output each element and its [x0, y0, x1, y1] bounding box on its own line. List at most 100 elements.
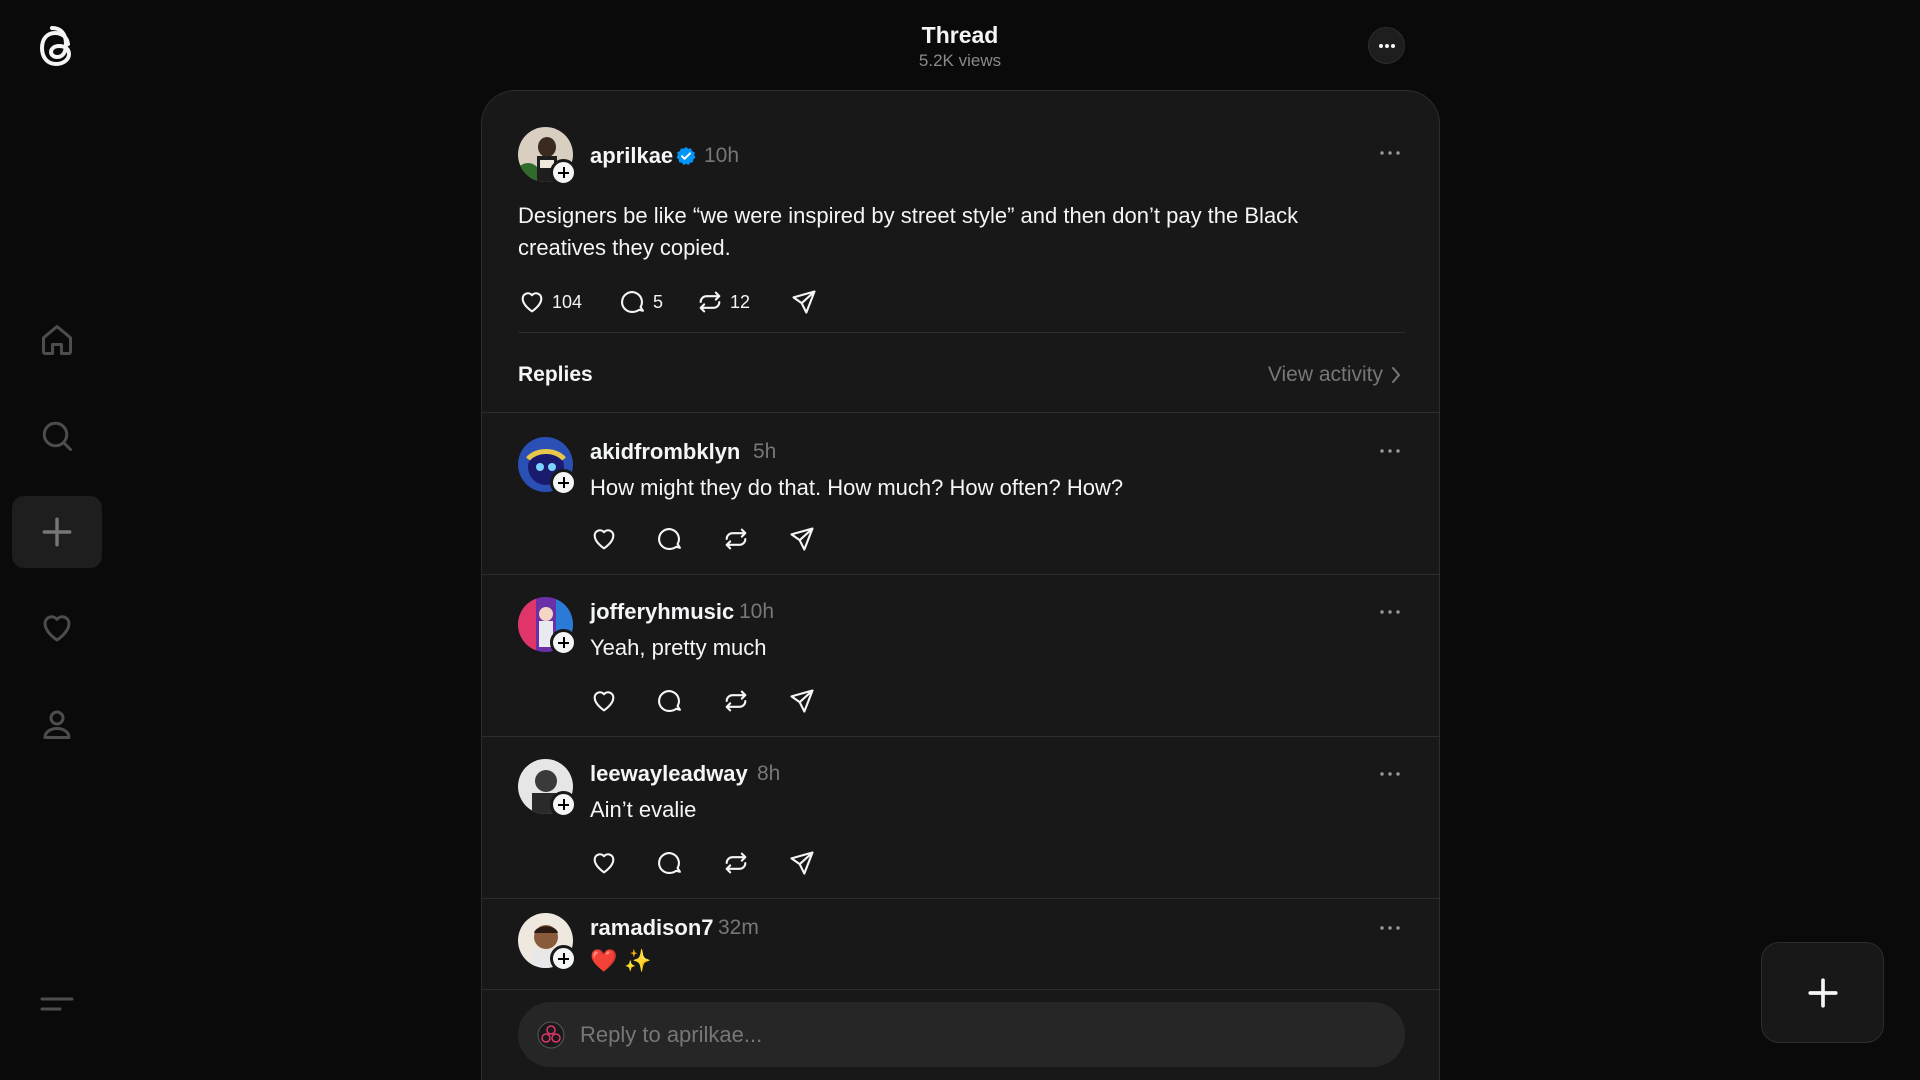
follow-plus-icon[interactable]: [550, 159, 577, 186]
nav-create[interactable]: [12, 496, 102, 568]
comment-button[interactable]: [656, 849, 684, 877]
reply-timestamp: 10h: [739, 600, 775, 623]
reply-more-button[interactable]: [1375, 436, 1405, 466]
avatar[interactable]: [518, 597, 577, 656]
sidebar: [0, 0, 114, 1080]
divider: [482, 989, 1439, 990]
post-username[interactable]: aprilkae: [590, 143, 673, 169]
original-post: aprilkae 10h Designers be like “we were …: [482, 91, 1439, 331]
nav-menu[interactable]: [12, 968, 102, 1040]
repost-icon: [696, 288, 724, 316]
like-button[interactable]: 104: [518, 288, 582, 316]
share-icon: [788, 849, 816, 877]
post-more-button[interactable]: [1375, 138, 1405, 168]
reply-username[interactable]: ramadison7: [590, 915, 714, 941]
reply-more-button[interactable]: [1375, 597, 1405, 627]
repost-icon: [722, 849, 750, 877]
share-icon: [788, 525, 816, 553]
repost-button[interactable]: 12: [696, 288, 750, 316]
thread-options-button[interactable]: [1368, 27, 1405, 64]
reply-text: Ain’t evalie: [590, 797, 697, 822]
repost-button[interactable]: [722, 687, 750, 715]
heart-icon: [39, 610, 75, 646]
more-icon: [1380, 610, 1400, 614]
view-count: 5.2K views: [918, 51, 1002, 70]
share-button[interactable]: [788, 525, 816, 553]
heart-icon: [518, 288, 546, 316]
nav-search[interactable]: [12, 400, 102, 472]
comment-icon: [656, 849, 684, 877]
more-icon: [1380, 449, 1400, 453]
heart-icon: [590, 849, 618, 877]
heart-icon: [590, 525, 618, 553]
repost-count: 12: [730, 291, 751, 312]
share-icon: [788, 687, 816, 715]
reply-text: How might they do that. How much? How of…: [590, 475, 1124, 500]
comment-button[interactable]: 5: [619, 288, 663, 316]
nav-activity[interactable]: [12, 592, 102, 664]
avatar[interactable]: [518, 759, 577, 818]
reply-username[interactable]: leewayleadway: [590, 761, 748, 787]
like-count: 104: [552, 291, 583, 312]
reply-item: akidfrombklyn 5h How might they do that.…: [482, 413, 1439, 574]
menu-icon: [39, 992, 75, 1016]
view-activity-link[interactable]: View activity: [1268, 363, 1401, 387]
nav-profile[interactable]: [12, 688, 102, 760]
replies-heading: Replies: [518, 363, 593, 386]
reply-timestamp: 32m: [718, 916, 759, 939]
like-button[interactable]: [590, 525, 618, 553]
comment-button[interactable]: [656, 525, 684, 553]
floating-create-button[interactable]: [1761, 942, 1884, 1043]
view-activity-label: View activity: [1267, 363, 1383, 386]
plus-icon: [1806, 976, 1840, 1010]
more-icon: [1380, 151, 1400, 155]
reply-username[interactable]: akidfrombklyn: [590, 439, 740, 465]
reply-item: ramadison7 32m ❤️ ✨: [482, 899, 1439, 981]
reply-item: leewayleadway 8h Ain’t evalie: [482, 737, 1439, 898]
post-text: Designers be like “we were inspired by s…: [518, 203, 1299, 260]
repost-button[interactable]: [722, 849, 750, 877]
follow-plus-icon[interactable]: [550, 791, 577, 818]
verified-badge-icon: [676, 146, 696, 166]
threads-logo-icon[interactable]: [33, 22, 81, 74]
avatar[interactable]: [518, 437, 577, 496]
more-icon: [1378, 43, 1396, 49]
current-user-avatar-icon: [536, 1020, 566, 1050]
user-icon: [39, 706, 75, 742]
reply-bar[interactable]: [518, 1002, 1405, 1067]
chevron-right-icon: [1391, 366, 1401, 384]
home-icon: [39, 322, 75, 358]
share-icon: [790, 288, 818, 316]
post-timestamp: 10h: [704, 144, 740, 167]
like-button[interactable]: [590, 849, 618, 877]
follow-plus-icon[interactable]: [550, 945, 577, 972]
follow-plus-icon[interactable]: [550, 469, 577, 496]
share-button[interactable]: [788, 687, 816, 715]
reply-input[interactable]: [580, 1021, 1360, 1048]
more-icon: [1380, 926, 1400, 930]
reply-username[interactable]: jofferyhmusic: [590, 599, 734, 625]
divider: [518, 332, 1405, 333]
nav-home[interactable]: [12, 304, 102, 376]
avatar[interactable]: [518, 127, 577, 186]
reply-more-button[interactable]: [1375, 913, 1405, 943]
reply-text: Yeah, pretty much: [590, 635, 767, 660]
more-icon: [1380, 772, 1400, 776]
reply-timestamp: 5h: [753, 440, 777, 463]
share-button[interactable]: [790, 288, 818, 316]
like-button[interactable]: [590, 687, 618, 715]
repost-button[interactable]: [722, 525, 750, 553]
follow-plus-icon[interactable]: [550, 629, 577, 656]
repost-icon: [722, 687, 750, 715]
reply-more-button[interactable]: [1375, 759, 1405, 789]
comment-count: 5: [653, 291, 664, 312]
avatar[interactable]: [518, 913, 577, 972]
reply-text: ❤️ ✨: [590, 949, 652, 974]
heart-icon: [590, 687, 618, 715]
repost-icon: [722, 525, 750, 553]
comment-button[interactable]: [656, 687, 684, 715]
plus-icon: [40, 515, 74, 549]
share-button[interactable]: [788, 849, 816, 877]
page-title: Thread: [921, 22, 999, 48]
thread-panel: aprilkae 10h Designers be like “we were …: [481, 90, 1440, 1080]
